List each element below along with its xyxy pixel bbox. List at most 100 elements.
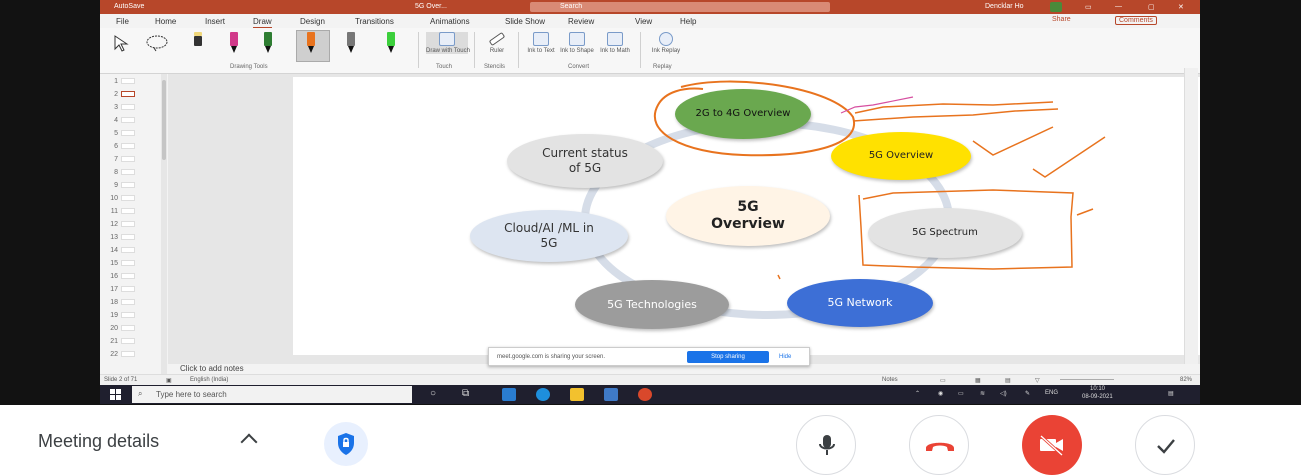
clock-date[interactable]: 08-09-2021 (1082, 394, 1113, 400)
camera-off-button[interactable] (1022, 415, 1082, 475)
thumbnail[interactable]: 17 (104, 286, 135, 293)
select-objects-icon[interactable] (112, 34, 134, 52)
thumbnail[interactable]: 2 (104, 91, 135, 98)
thumbnail[interactable]: 9 (104, 182, 135, 189)
eraser-icon[interactable] (192, 32, 204, 56)
share-button[interactable]: Share (1052, 16, 1071, 23)
thumbnail-scrollbar[interactable] (161, 74, 167, 374)
edge-browser-icon[interactable] (536, 388, 550, 401)
normal-view-icon[interactable]: ▭ (940, 377, 946, 384)
thumbnail[interactable]: 8 (104, 169, 135, 176)
status-bar: Slide 2 of 71 ▣ English (India) Notes ▭ … (100, 374, 1200, 385)
minimize-icon[interactable]: — (1115, 3, 1122, 10)
thumbnail[interactable]: 3 (104, 104, 135, 111)
wifi-icon[interactable]: ≋ (980, 390, 985, 397)
more-options-button[interactable] (1135, 415, 1195, 475)
language-indicator[interactable]: ENG (1045, 390, 1058, 396)
thumbnail[interactable]: 1 (104, 78, 135, 85)
chevron-up-icon[interactable] (240, 433, 258, 451)
thumbnail[interactable]: 21 (104, 338, 135, 345)
ink-to-text-button[interactable]: Ink to Text (526, 32, 556, 54)
host-controls-button[interactable] (324, 422, 368, 466)
thumbnail[interactable]: 10 (104, 195, 135, 202)
slide-sorter-icon[interactable]: ▦ (975, 377, 981, 384)
tab-review[interactable]: Review (568, 17, 594, 26)
mail-app-icon[interactable] (502, 388, 516, 401)
tab-animations[interactable]: Animations (430, 17, 470, 26)
thumbnail[interactable]: 22 (104, 351, 135, 358)
leave-call-button[interactable] (909, 415, 969, 475)
thumbnail[interactable]: 15 (104, 260, 135, 267)
scroll-thumb[interactable] (162, 80, 166, 160)
pen-grey-icon[interactable] (345, 32, 357, 56)
thumbnail[interactable]: 19 (104, 312, 135, 319)
battery-icon[interactable]: ▭ (958, 390, 964, 397)
draw-with-touch-button[interactable]: Draw with Touch (426, 32, 470, 54)
zoom-level[interactable]: 82% (1180, 377, 1192, 383)
thumbnail[interactable]: 12 (104, 221, 135, 228)
store-icon[interactable] (604, 388, 618, 401)
document-title: 5G Over... (415, 3, 447, 10)
ribbon-separator (640, 32, 641, 68)
ink-replay-button[interactable]: Ink Replay (648, 32, 684, 54)
notes-toggle[interactable]: Notes (882, 377, 898, 383)
thumbnail[interactable]: 11 (104, 208, 135, 215)
thumbnail[interactable]: 6 (104, 143, 135, 150)
windows-start-icon[interactable] (110, 389, 122, 401)
tab-home[interactable]: Home (155, 17, 176, 26)
file-explorer-icon[interactable] (570, 388, 584, 401)
comments-button[interactable]: Comments (1115, 16, 1157, 25)
pen-green-icon[interactable] (262, 32, 274, 56)
reading-view-icon[interactable]: ▤ (1005, 377, 1011, 384)
notifications-icon[interactable]: ▤ (1168, 390, 1174, 397)
slide-canvas[interactable]: 2G to 4G Overview 5G Overview 5G Spectru… (293, 77, 1200, 355)
thumbnail[interactable]: 18 (104, 299, 135, 306)
hide-banner-button[interactable]: Hide (779, 354, 791, 360)
pen-tray-icon[interactable]: ✎ (1025, 390, 1030, 397)
thumbnail[interactable]: 13 (104, 234, 135, 241)
microphone-button[interactable] (796, 415, 856, 475)
thumbnail[interactable]: 20 (104, 325, 135, 332)
thumbnail[interactable]: 14 (104, 247, 135, 254)
tab-file[interactable]: File (116, 17, 129, 26)
pen-orange-icon[interactable] (305, 32, 317, 56)
task-view-icon[interactable]: ⧉ (462, 388, 469, 399)
ink-to-shape-button[interactable]: Ink to Shape (560, 32, 594, 54)
clock-time[interactable]: 10:10 (1090, 386, 1105, 392)
meeting-details-button[interactable]: Meeting details (38, 431, 159, 452)
user-avatar[interactable] (1050, 2, 1062, 12)
tray-chevron-icon[interactable]: ⌃ (915, 390, 920, 397)
ribbon-display-icon[interactable]: ▭ (1085, 3, 1092, 11)
pen-pink-icon[interactable] (228, 32, 240, 56)
zoom-slider[interactable]: ————————— (1060, 377, 1114, 383)
tab-help[interactable]: Help (680, 17, 696, 26)
tab-view[interactable]: View (635, 17, 652, 26)
tab-design[interactable]: Design (300, 17, 325, 26)
thumbnail[interactable]: 16 (104, 273, 135, 280)
lasso-select-icon[interactable] (144, 34, 170, 52)
spellcheck-icon[interactable]: ▣ (166, 377, 172, 384)
ink-to-math-button[interactable]: Ink to Math (598, 32, 632, 54)
ruler-icon (488, 31, 506, 47)
thumbnail[interactable]: 4 (104, 117, 135, 124)
maximize-icon[interactable]: ▢ (1148, 3, 1155, 11)
network-icon[interactable]: ◉ (938, 390, 943, 397)
tab-insert[interactable]: Insert (205, 17, 225, 26)
highlighter-green-icon[interactable] (385, 32, 397, 56)
cortana-icon[interactable]: ○ (430, 388, 436, 399)
tab-transitions[interactable]: Transitions (355, 17, 394, 26)
slide-vertical-scrollbar[interactable] (1184, 68, 1198, 364)
share-banner-text: meet.google.com is sharing your screen. (497, 354, 606, 360)
tab-slide-show[interactable]: Slide Show (505, 17, 545, 26)
language-label[interactable]: English (India) (190, 377, 228, 383)
powerpoint-taskbar-icon[interactable] (638, 388, 652, 401)
thumbnail[interactable]: 7 (104, 156, 135, 163)
volume-icon[interactable]: ◁) (1000, 390, 1007, 397)
stop-sharing-button[interactable]: Stop sharing (687, 351, 769, 363)
close-icon[interactable]: ✕ (1178, 3, 1184, 11)
thumbnail[interactable]: 5 (104, 130, 135, 137)
taskbar-search-box[interactable]: ⌕ Type here to search (132, 386, 412, 403)
autosave-label[interactable]: AutoSave (114, 3, 144, 10)
ruler-button[interactable]: Ruler (482, 31, 512, 54)
slideshow-icon[interactable]: ▽ (1035, 377, 1040, 384)
